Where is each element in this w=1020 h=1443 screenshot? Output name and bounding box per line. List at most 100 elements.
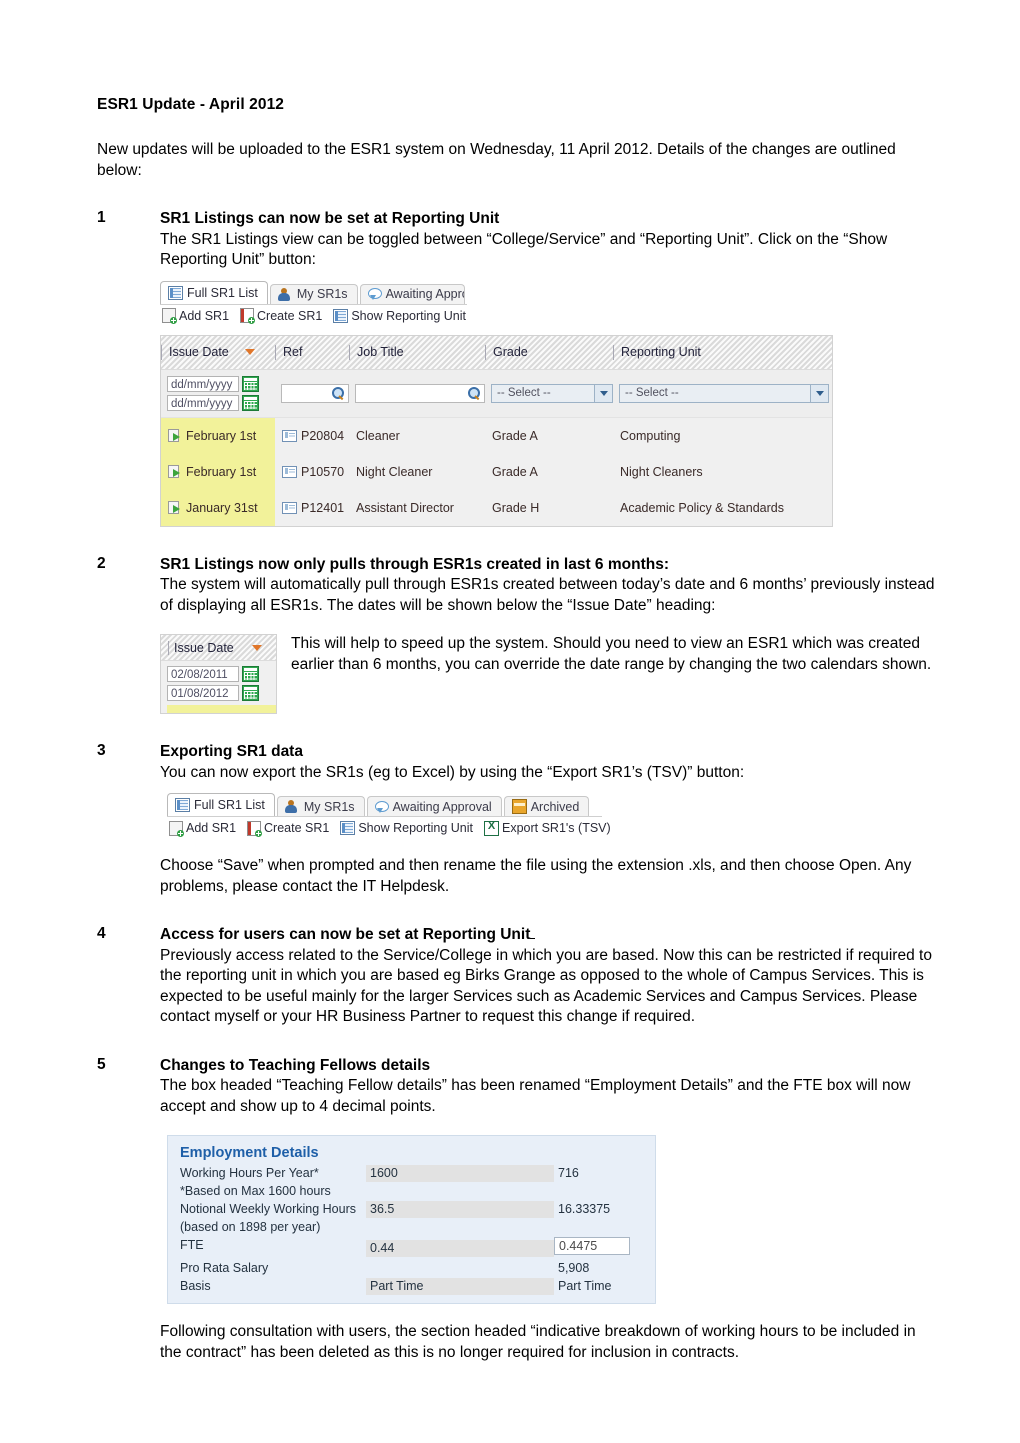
calendar-icon[interactable] xyxy=(242,685,259,701)
calendar-icon[interactable] xyxy=(242,666,259,682)
add-sr1-button[interactable]: Add SR1 xyxy=(162,308,229,324)
tab-awaiting-approval[interactable]: Awaiting Approval xyxy=(366,796,502,816)
grid-filter-row: dd/mm/yyyy dd/mm/yyyy -- Select -- -- Se… xyxy=(161,369,832,418)
tool-label: Show Reporting Unit xyxy=(351,308,466,323)
create-document-icon xyxy=(247,820,263,837)
fte-input-new[interactable]: 0.4475 xyxy=(554,1237,630,1255)
table-row[interactable]: January 31st P12401 Assistant Director G… xyxy=(161,489,832,526)
tab-my-sr1s[interactable]: My SR1s xyxy=(276,796,365,816)
user-icon xyxy=(277,287,293,301)
date-to-input[interactable]: 01/08/2012 xyxy=(167,685,239,701)
open-record-icon[interactable] xyxy=(168,501,182,514)
chevron-down-icon[interactable] xyxy=(594,384,612,402)
mini-column-header[interactable]: Issue Date xyxy=(161,635,276,661)
tool-label: Show Reporting Unit xyxy=(358,821,473,835)
cell-text: Grade H xyxy=(492,500,540,515)
sort-descending-icon xyxy=(251,644,262,651)
date-from-input[interactable]: 02/08/2011 xyxy=(167,666,239,682)
sr1-toolbar: Add SR1 Create SR1 Show Reporting Unit E… xyxy=(167,816,611,838)
grade-filter: -- Select -- xyxy=(485,383,613,403)
search-icon[interactable] xyxy=(332,386,345,400)
column-header-label: Grade xyxy=(493,344,528,359)
chevron-down-icon[interactable] xyxy=(810,384,828,402)
cell-text: Cleaner xyxy=(356,428,400,443)
export-sr1s-tsv-button[interactable]: Export SR1's (TSV) xyxy=(484,820,611,836)
tool-label: Add SR1 xyxy=(186,821,237,835)
section-2-body: The system will automatically pull throu… xyxy=(160,576,935,614)
section-3-heading: Exporting SR1 data xyxy=(160,743,303,760)
field-value-current[interactable]: 1600 xyxy=(366,1165,554,1182)
column-header-label: Job Title xyxy=(357,344,404,359)
calendar-icon[interactable] xyxy=(242,394,259,411)
document-title: ESR1 Update - April 2012 xyxy=(97,96,285,113)
column-header-grade[interactable]: Grade xyxy=(485,344,613,360)
column-header-label: Reporting Unit xyxy=(621,344,701,359)
create-sr1-button[interactable]: Create SR1 xyxy=(240,308,323,324)
cell-ref: P20804 xyxy=(275,418,349,454)
reporting-unit-select-value: -- Select -- xyxy=(625,387,679,399)
field-value-current[interactable]: Part Time xyxy=(366,1278,554,1295)
cell-job-title: Assistant Director xyxy=(349,490,485,526)
tab-full-sr1-list[interactable]: Full SR1 List xyxy=(167,793,275,816)
employment-detail-row: FTE 0.44 0.4475 xyxy=(180,1237,643,1259)
list-icon xyxy=(340,821,356,835)
tab-label: Awaiting Approv xyxy=(385,287,464,301)
issue-date-filter: dd/mm/yyyy dd/mm/yyyy xyxy=(161,375,275,411)
tab-archived[interactable]: Archived xyxy=(503,796,590,816)
create-document-icon xyxy=(240,308,256,324)
column-header-issue-date[interactable]: Issue Date xyxy=(161,344,275,360)
job-title-filter xyxy=(349,383,485,403)
record-card-icon[interactable] xyxy=(282,465,297,478)
employment-details-panel: Employment Details Working Hours Per Yea… xyxy=(167,1135,656,1304)
section-1: 1 SR1 Listings can now be set at Reporti… xyxy=(97,209,935,271)
sr1-tab-bar: Full SR1 List My SR1s Awaiting Approv xyxy=(160,280,467,304)
section-3-number: 3 xyxy=(97,742,106,759)
open-record-icon[interactable] xyxy=(168,429,182,442)
job-title-search-input[interactable] xyxy=(355,383,485,403)
show-reporting-unit-button[interactable]: Show Reporting Unit xyxy=(340,821,473,835)
table-row[interactable]: February 1st P20804 Cleaner Grade A Comp… xyxy=(161,417,832,454)
field-value-current[interactable]: 0.44 xyxy=(366,1240,554,1257)
ref-search-input[interactable] xyxy=(281,383,349,403)
record-card-icon[interactable] xyxy=(282,501,297,514)
employment-detail-row: Notional Weekly Working Hours 36.5 16.33… xyxy=(180,1201,643,1218)
column-header-label: Ref xyxy=(283,344,303,359)
tab-full-sr1-list[interactable]: Full SR1 List xyxy=(160,280,268,304)
cell-reporting-unit: Night Cleaners xyxy=(613,454,832,490)
tab-my-sr1s[interactable]: My SR1s xyxy=(269,283,358,304)
tab-label: Awaiting Approval xyxy=(392,799,492,814)
field-label: Basis xyxy=(180,1279,211,1293)
create-sr1-button[interactable]: Create SR1 xyxy=(247,820,329,837)
open-record-icon[interactable] xyxy=(168,465,182,478)
section-2-number: 2 xyxy=(97,554,106,572)
field-value-new: Part Time xyxy=(558,1279,612,1293)
field-label: Working Hours Per Year* xyxy=(180,1166,319,1180)
grade-select-value: -- Select -- xyxy=(497,387,551,399)
section-5: 5 Changes to Teaching Fellows details Th… xyxy=(97,1056,935,1118)
section-2: 2 SR1 Listings now only pulls through ES… xyxy=(97,555,935,617)
tool-label: Create SR1 xyxy=(257,308,323,323)
column-header-job-title[interactable]: Job Title xyxy=(349,344,485,360)
tab-awaiting-approval[interactable]: Awaiting Approv xyxy=(359,283,465,304)
employment-detail-note: (based on 1898 per year) xyxy=(180,1219,643,1236)
table-row[interactable]: February 1st P10570 Night Cleaner Grade … xyxy=(161,453,832,490)
reporting-unit-select[interactable]: -- Select -- xyxy=(619,383,829,403)
add-sr1-button[interactable]: Add SR1 xyxy=(169,820,237,837)
record-card-icon[interactable] xyxy=(282,429,297,442)
show-reporting-unit-button[interactable]: Show Reporting Unit xyxy=(333,308,466,323)
cell-text: P10570 xyxy=(301,464,345,479)
date-to-input[interactable]: dd/mm/yyyy xyxy=(167,394,239,411)
cell-text: Grade A xyxy=(492,428,538,443)
sort-descending-icon xyxy=(244,349,255,355)
field-value-current[interactable]: 36.5 xyxy=(366,1201,554,1218)
speech-bubble-icon xyxy=(374,800,389,813)
employment-detail-row: Basis Part Time Part Time xyxy=(180,1278,643,1295)
column-header-reporting-unit[interactable]: Reporting Unit xyxy=(613,344,832,360)
date-from-input[interactable]: dd/mm/yyyy xyxy=(167,375,239,392)
grade-select[interactable]: -- Select -- xyxy=(491,383,613,403)
calendar-icon[interactable] xyxy=(242,375,259,392)
column-header-label: Issue Date xyxy=(168,640,234,655)
search-icon[interactable] xyxy=(468,386,481,400)
column-header-ref[interactable]: Ref xyxy=(275,344,349,360)
sr1-listings-grid: Issue Date Ref Job Title Grade Reporting… xyxy=(160,334,833,527)
